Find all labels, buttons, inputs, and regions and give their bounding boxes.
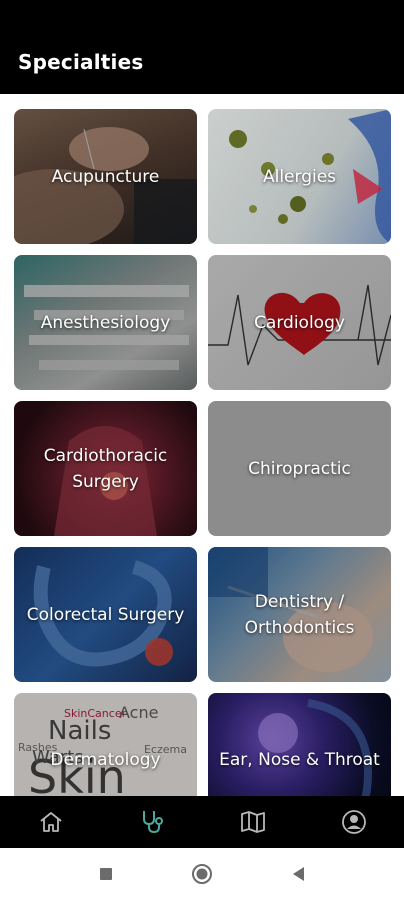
tile-cardiothoracic-surgery[interactable]: Cardiothoracic Surgery: [14, 401, 197, 536]
tile-acupuncture[interactable]: Acupuncture: [14, 109, 197, 244]
nav-specialties-button[interactable]: [101, 796, 202, 848]
home-circle-icon: [192, 864, 212, 884]
page-title: Specialties: [18, 50, 144, 74]
app-header: Specialties: [0, 0, 404, 94]
specialties-grid: Acupuncture Allergies Anesthesiology Car…: [0, 94, 404, 796]
tile-label-dermatology: Dermatology: [50, 750, 161, 770]
nav-home-button[interactable]: [0, 796, 101, 848]
recents-button[interactable]: [88, 856, 124, 892]
system-navigation-bar: [0, 848, 404, 900]
tile-label-cardiothoracic-surgery: Cardiothoracic Surgery: [43, 445, 168, 492]
tile-label-dentistry-orthodontics: Dentistry / Orthodontics: [244, 591, 355, 638]
nav-map-button[interactable]: [202, 796, 303, 848]
nav-profile-button[interactable]: [303, 796, 404, 848]
tile-ear-nose-throat[interactable]: Ear, Nose & Throat: [208, 693, 391, 796]
tile-label-colorectal-surgery: Colorectal Surgery: [26, 604, 185, 625]
tile-dermatology[interactable]: Nails Skin Acne Warts Rashes SkinCancer …: [14, 693, 197, 796]
tile-chiropractic[interactable]: Chiropractic: [208, 401, 391, 536]
back-icon: [293, 867, 304, 881]
map-icon: [240, 811, 265, 833]
tile-anesthesiology[interactable]: Anesthesiology: [14, 255, 197, 390]
system-back-button[interactable]: [280, 856, 316, 892]
tile-label-ear-nose-throat: Ear, Nose & Throat: [219, 750, 380, 770]
tile-allergies[interactable]: Allergies: [208, 109, 391, 244]
tile-label-cardiology: Cardiology: [254, 312, 345, 333]
tile-dentistry-orthodontics[interactable]: Dentistry / Orthodontics: [208, 547, 391, 682]
bottom-navigation: [0, 796, 404, 848]
stethoscope-icon: [142, 811, 163, 834]
tile-label-allergies: Allergies: [262, 166, 337, 187]
tile-colorectal-surgery[interactable]: Colorectal Surgery: [14, 547, 197, 682]
tile-label-acupuncture: Acupuncture: [51, 166, 160, 187]
system-home-button[interactable]: [184, 856, 220, 892]
tile-label-chiropractic: Chiropractic: [248, 458, 351, 479]
home-icon: [39, 812, 62, 832]
tile-label-anesthesiology: Anesthesiology: [40, 312, 171, 333]
tile-cardiology[interactable]: Cardiology: [208, 255, 391, 390]
recents-icon: [100, 868, 112, 880]
profile-icon: [341, 810, 366, 834]
